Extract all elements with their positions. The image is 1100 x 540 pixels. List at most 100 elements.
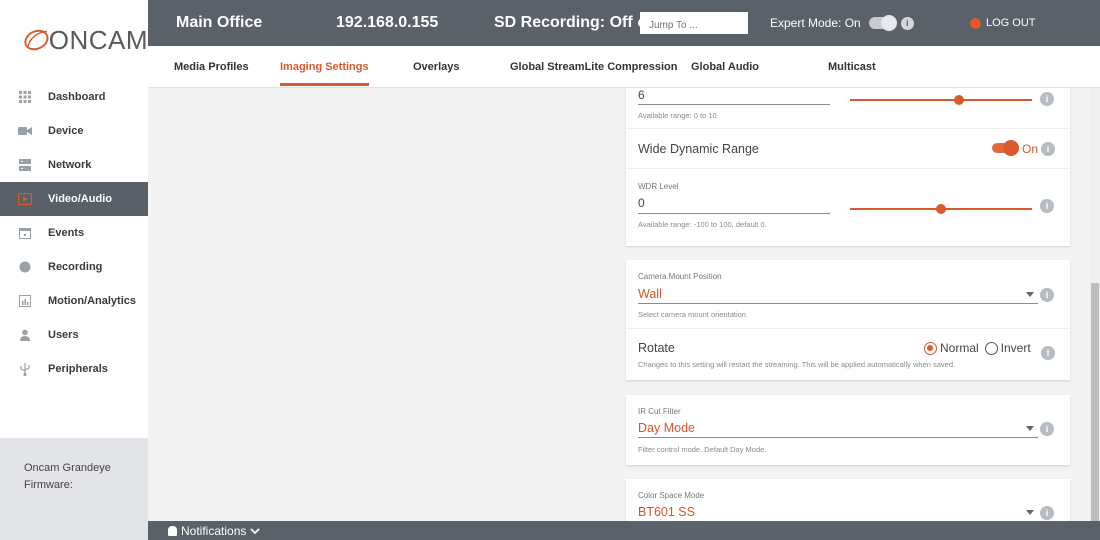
info-icon[interactable]: i: [1040, 422, 1054, 436]
sidebar-item-label: Network: [48, 159, 92, 171]
wdr-level-value[interactable]: 0: [638, 196, 645, 210]
rotate-normal-label[interactable]: Normal: [940, 341, 979, 355]
sidebar-item-label: Peripherals: [48, 363, 108, 375]
chevron-down-icon: [250, 527, 261, 534]
bell-icon: [168, 525, 177, 536]
ir-cut-hint: Filter control mode. Default Day Mode.: [638, 445, 767, 454]
camera-icon: [18, 124, 32, 138]
chart-icon: [18, 294, 32, 308]
top-slider-value[interactable]: 6: [638, 88, 645, 102]
sidebar-item-users[interactable]: Users: [0, 318, 148, 352]
ir-cut-value[interactable]: Day Mode: [638, 421, 695, 435]
top-slider-range: Available range: 0 to 10.: [638, 111, 719, 120]
wdr-label: Wide Dynamic Range: [638, 142, 759, 156]
ir-cut-card: IR Cut Filter Day Mode i Filter control …: [626, 395, 1070, 465]
scrollbar-thumb[interactable]: [1091, 283, 1099, 521]
info-icon[interactable]: i: [1040, 92, 1054, 106]
tab-overlays[interactable]: Overlays: [413, 46, 459, 88]
sidebar-item-device[interactable]: Device: [0, 114, 148, 148]
rotate-normal-radio[interactable]: [924, 341, 937, 355]
sidebar-item-video-audio[interactable]: Video/Audio: [0, 182, 148, 216]
expert-info-icon[interactable]: i: [900, 16, 914, 30]
mount-hint: Select camera mount orientation: [638, 310, 746, 319]
color-space-card: Color Space Mode BT601 SS i: [626, 479, 1070, 521]
sidebar-item-dashboard[interactable]: Dashboard: [0, 80, 148, 114]
ip-address: 192.168.0.155: [336, 14, 439, 31]
tab-global-streamlite-compression[interactable]: Global StreamLite Compression: [510, 46, 677, 88]
info-icon[interactable]: i: [1041, 142, 1055, 156]
rotate-invert-radio[interactable]: [984, 341, 998, 355]
user-icon: [18, 328, 32, 342]
sidebar-item-recording[interactable]: Recording: [0, 250, 148, 284]
slider-thumb[interactable]: [936, 204, 946, 214]
calendar-icon: [18, 226, 32, 240]
sd-recording-label: SD Recording: Off: [494, 14, 633, 31]
top-slider[interactable]: [850, 95, 1032, 105]
jump-to-input[interactable]: [640, 12, 748, 34]
sidebar-item-label: Events: [48, 227, 85, 239]
play-icon: [18, 192, 32, 206]
device-model: Oncam Grandeye: [24, 462, 111, 474]
logo-text: ONCAM: [48, 24, 148, 55]
mount-card: Camera Mount Position Wall i Select came…: [626, 260, 1070, 380]
tab-global-audio[interactable]: Global Audio: [691, 46, 759, 88]
sidebar: ONCAM Dashboard Device Network Video/Aud…: [0, 0, 148, 540]
color-space-label: Color Space Mode: [638, 491, 705, 500]
sidebar-item-label: Users: [48, 329, 79, 341]
sidebar-item-peripherals[interactable]: Peripherals: [0, 352, 148, 386]
sidebar-item-label: Motion/Analytics: [48, 295, 137, 307]
sidebar-item-label: Dashboard: [48, 91, 106, 103]
exposure-card: 6 Available range: 0 to 10. i Wide Dynam…: [626, 88, 1070, 246]
notifications-label: Notifications: [181, 523, 247, 538]
rotate-options: Normal Invert: [924, 341, 1031, 355]
sidebar-item-label: Device: [48, 125, 84, 137]
grid-icon: [18, 90, 32, 104]
info-icon[interactable]: i: [1040, 199, 1054, 213]
notifications-bar[interactable]: Notifications: [148, 521, 1100, 540]
sidebar-item-events[interactable]: Events: [0, 216, 148, 250]
settings-tabs: Media Profiles Imaging Settings Overlays…: [148, 46, 1100, 88]
sidebar-item-label: Video/Audio: [48, 193, 112, 205]
rotate-hint: Changes to this setting will restart the…: [638, 360, 956, 369]
mount-value[interactable]: Wall: [638, 287, 662, 301]
color-space-value[interactable]: BT601 SS: [638, 505, 695, 519]
slider-thumb[interactable]: [954, 95, 965, 105]
info-icon[interactable]: i: [1041, 346, 1055, 360]
wdr-level-range: Available range: -100 to 100, default 0.: [638, 220, 767, 229]
sidebar-item-motion-analytics[interactable]: Motion/Analytics: [0, 284, 148, 318]
tab-media-profiles[interactable]: Media Profiles: [174, 46, 249, 88]
tab-multicast[interactable]: Multicast: [828, 46, 876, 88]
logout-label: LOG OUT: [986, 17, 1036, 29]
rotate-label: Rotate: [638, 341, 675, 355]
rotate-invert-label[interactable]: Invert: [1001, 341, 1031, 355]
location-name: Main Office: [176, 14, 263, 31]
record-icon: [18, 260, 32, 274]
sidebar-item-network[interactable]: Network: [0, 148, 148, 182]
info-icon[interactable]: i: [1040, 506, 1054, 520]
mount-label: Camera Mount Position: [638, 272, 722, 281]
logout-button[interactable]: LOG OUT: [970, 0, 1036, 46]
wdr-level-label: WDR Level: [638, 182, 679, 191]
chevron-down-icon[interactable]: [1026, 426, 1034, 431]
device-info: Oncam Grandeye Firmware:: [0, 438, 148, 540]
logo[interactable]: ONCAM: [0, 0, 148, 80]
firmware-label: Firmware:: [24, 479, 73, 491]
top-bar: Main Office 192.168.0.155 SD Recording: …: [148, 0, 1100, 46]
imaging-settings-panel: 6 Available range: 0 to 10. i Wide Dynam…: [148, 88, 1090, 521]
ir-cut-label: IR Cut Filter: [638, 407, 681, 416]
info-icon[interactable]: i: [1040, 288, 1054, 302]
sd-recording-status[interactable]: SD Recording: Off: [494, 0, 648, 46]
sidebar-nav: Dashboard Device Network Video/Audio Eve…: [0, 80, 148, 386]
wdr-toggle[interactable]: [992, 140, 1019, 156]
expert-mode: Expert Mode: On i: [770, 0, 914, 46]
server-icon: [18, 158, 32, 172]
wdr-state: On: [1022, 142, 1039, 156]
expert-mode-toggle[interactable]: [868, 15, 897, 31]
tab-imaging-settings[interactable]: Imaging Settings: [280, 46, 369, 88]
sidebar-item-label: Recording: [48, 261, 103, 273]
expert-mode-label: Expert Mode: On: [770, 16, 861, 30]
usb-icon: [18, 362, 32, 376]
chevron-down-icon[interactable]: [1026, 292, 1034, 297]
wdr-level-slider[interactable]: [850, 204, 1032, 214]
chevron-down-icon[interactable]: [1026, 510, 1034, 515]
